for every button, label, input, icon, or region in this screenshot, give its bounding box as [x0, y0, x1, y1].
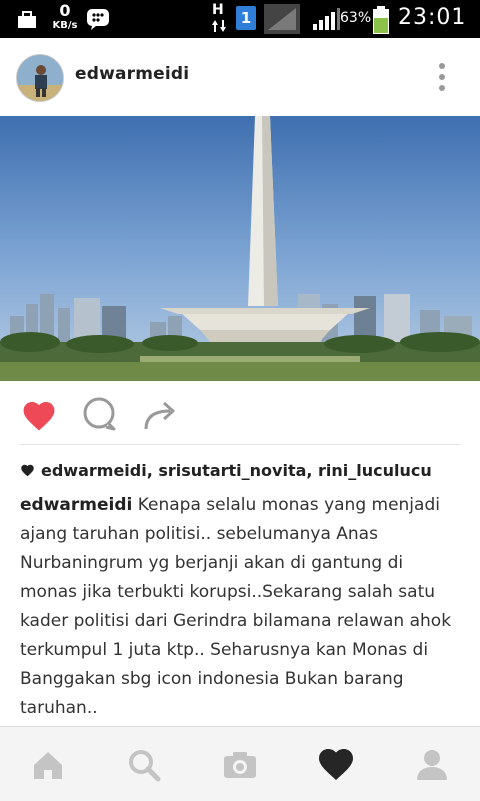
- data-rate: 0 KB/s: [50, 3, 80, 33]
- monas-photo-image: [0, 116, 480, 381]
- likes-line: edwarmeidi, srisutarti_novita, rini_lucu…: [20, 461, 470, 480]
- bbm-icon: [87, 9, 109, 30]
- clock: 23:01: [398, 5, 467, 30]
- battery-percent: 63%: [340, 10, 372, 26]
- avatar-image: [17, 55, 63, 101]
- signal-icon: [313, 8, 340, 30]
- data-arrows-icon: [212, 20, 226, 32]
- likes-heart-icon: [21, 464, 34, 477]
- caption-author[interactable]: edwarmeidi: [20, 495, 132, 515]
- signal-sim1-icon: [264, 4, 300, 34]
- avatar[interactable]: [16, 54, 64, 102]
- search-icon[interactable]: [124, 745, 164, 785]
- post-photo[interactable]: [0, 116, 480, 381]
- post-caption: edwarmeidi Kenapa selalu monas yang menj…: [20, 491, 465, 723]
- profile-icon[interactable]: [412, 745, 452, 785]
- more-options-icon[interactable]: [430, 60, 454, 94]
- shopping-bag-icon: [18, 11, 36, 28]
- home-icon[interactable]: [28, 745, 68, 785]
- sim-badge: 1: [236, 6, 256, 30]
- battery-icon: [373, 6, 389, 34]
- status-bar: 0 KB/s H 1 63% 23:01: [0, 0, 480, 38]
- post-actions: [0, 381, 480, 445]
- share-arrow-icon[interactable]: [142, 399, 178, 431]
- heart-icon[interactable]: [316, 745, 356, 785]
- likes-usernames[interactable]: edwarmeidi, srisutarti_novita, rini_lucu…: [41, 461, 432, 480]
- like-heart-icon[interactable]: [20, 398, 58, 432]
- post-header: edwarmeidi: [0, 38, 480, 116]
- data-rate-unit: KB/s: [52, 20, 78, 31]
- network-type: H: [212, 2, 224, 18]
- comment-icon[interactable]: [82, 397, 118, 431]
- bottom-nav: [0, 726, 480, 801]
- divider: [20, 444, 460, 445]
- camera-icon[interactable]: [220, 745, 260, 785]
- post-username[interactable]: edwarmeidi: [75, 64, 189, 84]
- caption-text: Kenapa selalu monas yang menjadi ajang t…: [20, 495, 452, 718]
- data-rate-value: 0: [59, 1, 71, 20]
